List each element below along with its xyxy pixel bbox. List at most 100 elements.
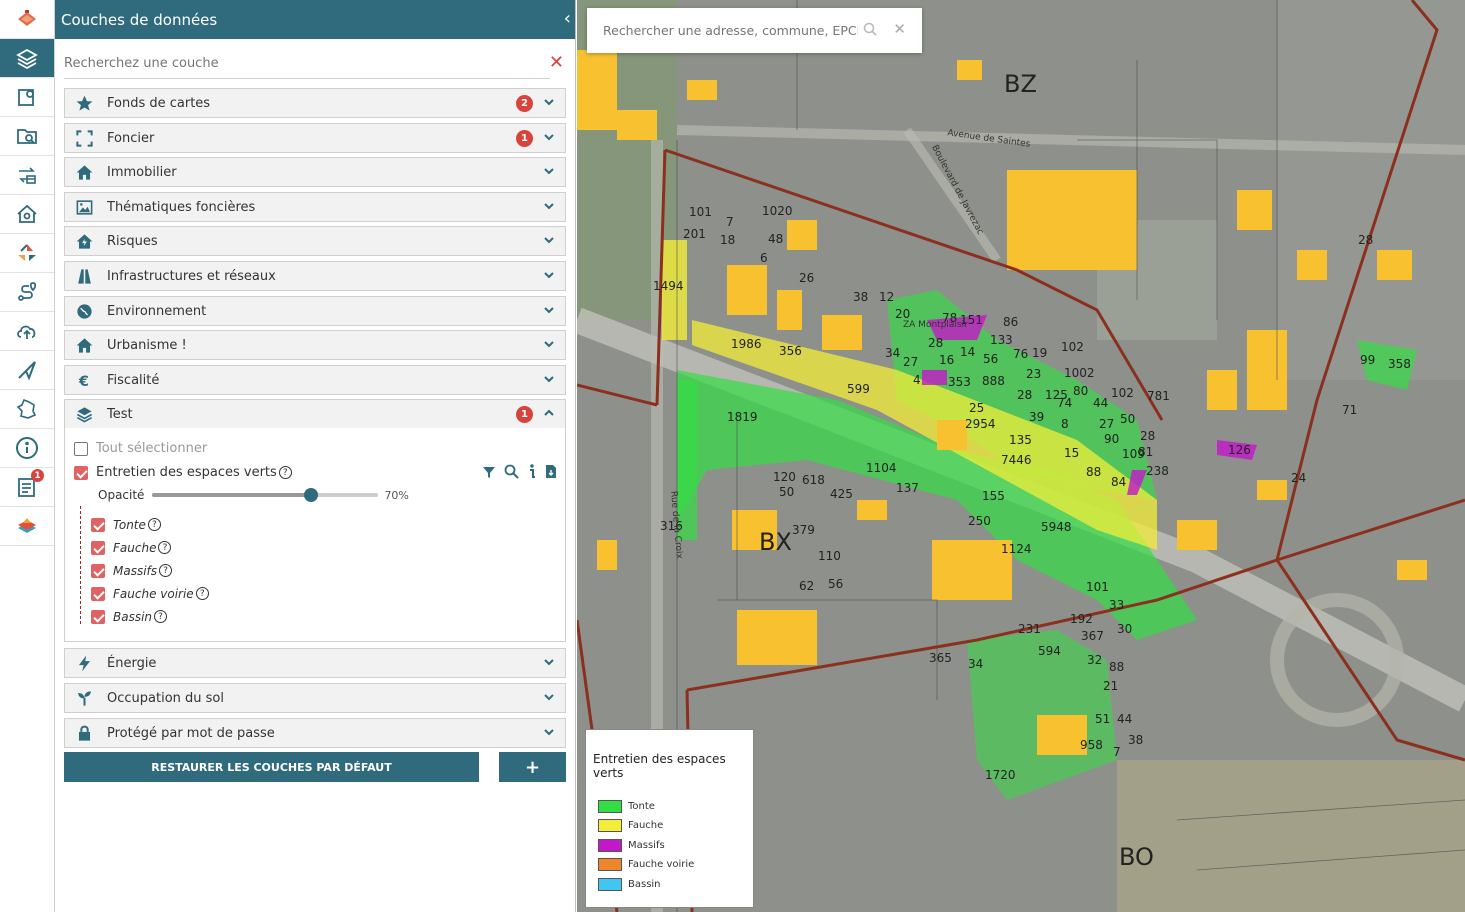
- parcel-number: 1986: [731, 337, 762, 351]
- stack-house-icon[interactable]: [0, 507, 54, 546]
- layer-search-input[interactable]: [64, 56, 514, 71]
- report-icon[interactable]: 1: [0, 468, 54, 507]
- section-environnement[interactable]: Environnement: [64, 296, 566, 326]
- sublayer-bassin: Bassin?: [91, 605, 209, 628]
- parcel-number: 24: [1291, 471, 1307, 485]
- section-label: Énergie: [107, 655, 157, 671]
- parcel-number: 34: [968, 657, 984, 671]
- section-energie[interactable]: Énergie: [64, 648, 566, 678]
- parcel-number: 14: [960, 345, 976, 359]
- edit-map-icon[interactable]: [0, 78, 54, 117]
- search-folder-icon[interactable]: [0, 117, 54, 156]
- section-foncier[interactable]: Foncier 1: [64, 123, 566, 153]
- section-infrastructures[interactable]: Infrastructures et réseaux: [64, 261, 566, 291]
- info-icon[interactable]: [0, 429, 54, 468]
- sublayer-label: Fauche voirie: [113, 586, 194, 601]
- download-icon[interactable]: [545, 464, 557, 479]
- parcel-number: 56: [828, 577, 844, 591]
- parcel-number: 12: [879, 290, 895, 304]
- parcel-number: 7: [1113, 745, 1121, 759]
- parcel-number: 201: [683, 227, 706, 241]
- parcel-number: 356: [779, 344, 802, 358]
- legend-swatch: [598, 839, 622, 852]
- sublayer-checkbox[interactable]: [91, 540, 105, 555]
- logo-icon[interactable]: [0, 0, 54, 39]
- section-occupation-du-sol[interactable]: Occupation du sol: [64, 683, 566, 713]
- france-map-icon[interactable]: [0, 390, 54, 429]
- recycle-icon[interactable]: [0, 234, 54, 273]
- chevron-down-icon: [544, 134, 554, 141]
- sublayer-list: Tonte? Fauche? Massifs? Fauche voirie? B…: [91, 513, 209, 628]
- help-icon[interactable]: ?: [159, 564, 173, 577]
- select-all-checkbox[interactable]: [74, 441, 88, 456]
- sublayer-checkbox[interactable]: [91, 563, 105, 578]
- help-icon[interactable]: ?: [195, 587, 209, 600]
- section-label: Immobilier: [107, 164, 177, 180]
- filter-icon[interactable]: [482, 465, 496, 479]
- cloud-upload-icon[interactable]: [0, 312, 54, 351]
- parcel-number: 30: [1117, 622, 1133, 636]
- opacity-slider-thumb[interactable]: [303, 488, 318, 502]
- zoom-layer-icon[interactable]: [504, 464, 519, 479]
- house-search-icon[interactable]: [0, 195, 54, 234]
- parcel-number: 26: [799, 271, 815, 285]
- sublayer-checkbox[interactable]: [91, 609, 105, 624]
- section-thematiques-foncieres[interactable]: Thématiques foncières: [64, 192, 566, 222]
- layers-icon[interactable]: [0, 39, 54, 78]
- parcel-number: 137: [896, 481, 919, 495]
- layer-tools: [482, 464, 557, 479]
- select-all-label: Tout sélectionner: [96, 441, 208, 456]
- collapse-panel-icon[interactable]: ‹: [564, 8, 571, 29]
- add-layer-button[interactable]: +: [499, 752, 566, 782]
- parcel-number: 250: [968, 514, 991, 528]
- navigation-icon[interactable]: [0, 351, 54, 390]
- section-fonds-de-cartes[interactable]: Fonds de cartes 2: [64, 88, 566, 118]
- section-label: Protégé par mot de passe: [107, 725, 275, 741]
- section-urbanisme[interactable]: Urbanisme !: [64, 330, 566, 360]
- route-icon[interactable]: [0, 273, 54, 312]
- parcel-number: 56: [983, 352, 999, 366]
- section-fiscalite[interactable]: € Fiscalité: [64, 365, 566, 395]
- parcel-number: 28: [1017, 388, 1033, 402]
- parcel-number: 425: [830, 487, 853, 501]
- parcel-number: 81: [1138, 445, 1154, 459]
- parcel-number: 155: [982, 489, 1005, 503]
- chevron-down-icon: [544, 376, 554, 383]
- section-label: Urbanisme !: [107, 337, 187, 353]
- clear-search-icon[interactable]: ✕: [893, 20, 906, 38]
- map-view[interactable]: BZ BX BO 101 7 1020 201 18 48 6 26 1494 …: [577, 0, 1465, 912]
- parcel-number: 618: [802, 473, 825, 487]
- parcel-number: 44: [1093, 396, 1109, 410]
- parcel-number: 19: [1032, 346, 1048, 360]
- legend-title: Entretien des espaces verts: [593, 752, 726, 780]
- parcel-number: 781: [1147, 389, 1170, 403]
- help-icon[interactable]: ?: [278, 466, 292, 479]
- section-risques[interactable]: Risques: [64, 226, 566, 256]
- sublayer-checkbox[interactable]: [91, 517, 105, 532]
- clear-search-icon[interactable]: ✕: [549, 52, 564, 73]
- section-label: Occupation du sol: [107, 690, 224, 706]
- section-protege[interactable]: Protégé par mot de passe: [64, 718, 566, 748]
- help-icon[interactable]: ?: [158, 541, 172, 554]
- parcel-number: 27: [903, 355, 919, 369]
- section-test[interactable]: Test 1: [64, 399, 566, 429]
- parcel-number: 23: [1026, 367, 1042, 381]
- parcel-number: 28: [1140, 429, 1156, 443]
- chevron-down-icon: [544, 272, 554, 279]
- layer-checkbox[interactable]: [74, 465, 88, 480]
- address-search-input[interactable]: [603, 23, 858, 38]
- search-icon[interactable]: [863, 22, 877, 36]
- legend-item-bassin: Bassin: [598, 878, 661, 891]
- opacity-row: Opacité 70%: [98, 488, 409, 502]
- layer-info-icon[interactable]: [527, 464, 537, 479]
- section-label-bo: BO: [1119, 843, 1154, 871]
- section-label: Environnement: [107, 303, 207, 319]
- help-icon[interactable]: ?: [154, 610, 168, 623]
- opacity-slider[interactable]: [152, 488, 379, 502]
- sublayer-checkbox[interactable]: [91, 586, 105, 601]
- parcel-number: 353: [948, 375, 971, 389]
- help-icon[interactable]: ?: [147, 518, 161, 531]
- section-immobilier[interactable]: Immobilier: [64, 157, 566, 187]
- exchange-icon[interactable]: [0, 156, 54, 195]
- restore-default-layers-button[interactable]: RESTAURER LES COUCHES PAR DÉFAUT: [64, 752, 479, 782]
